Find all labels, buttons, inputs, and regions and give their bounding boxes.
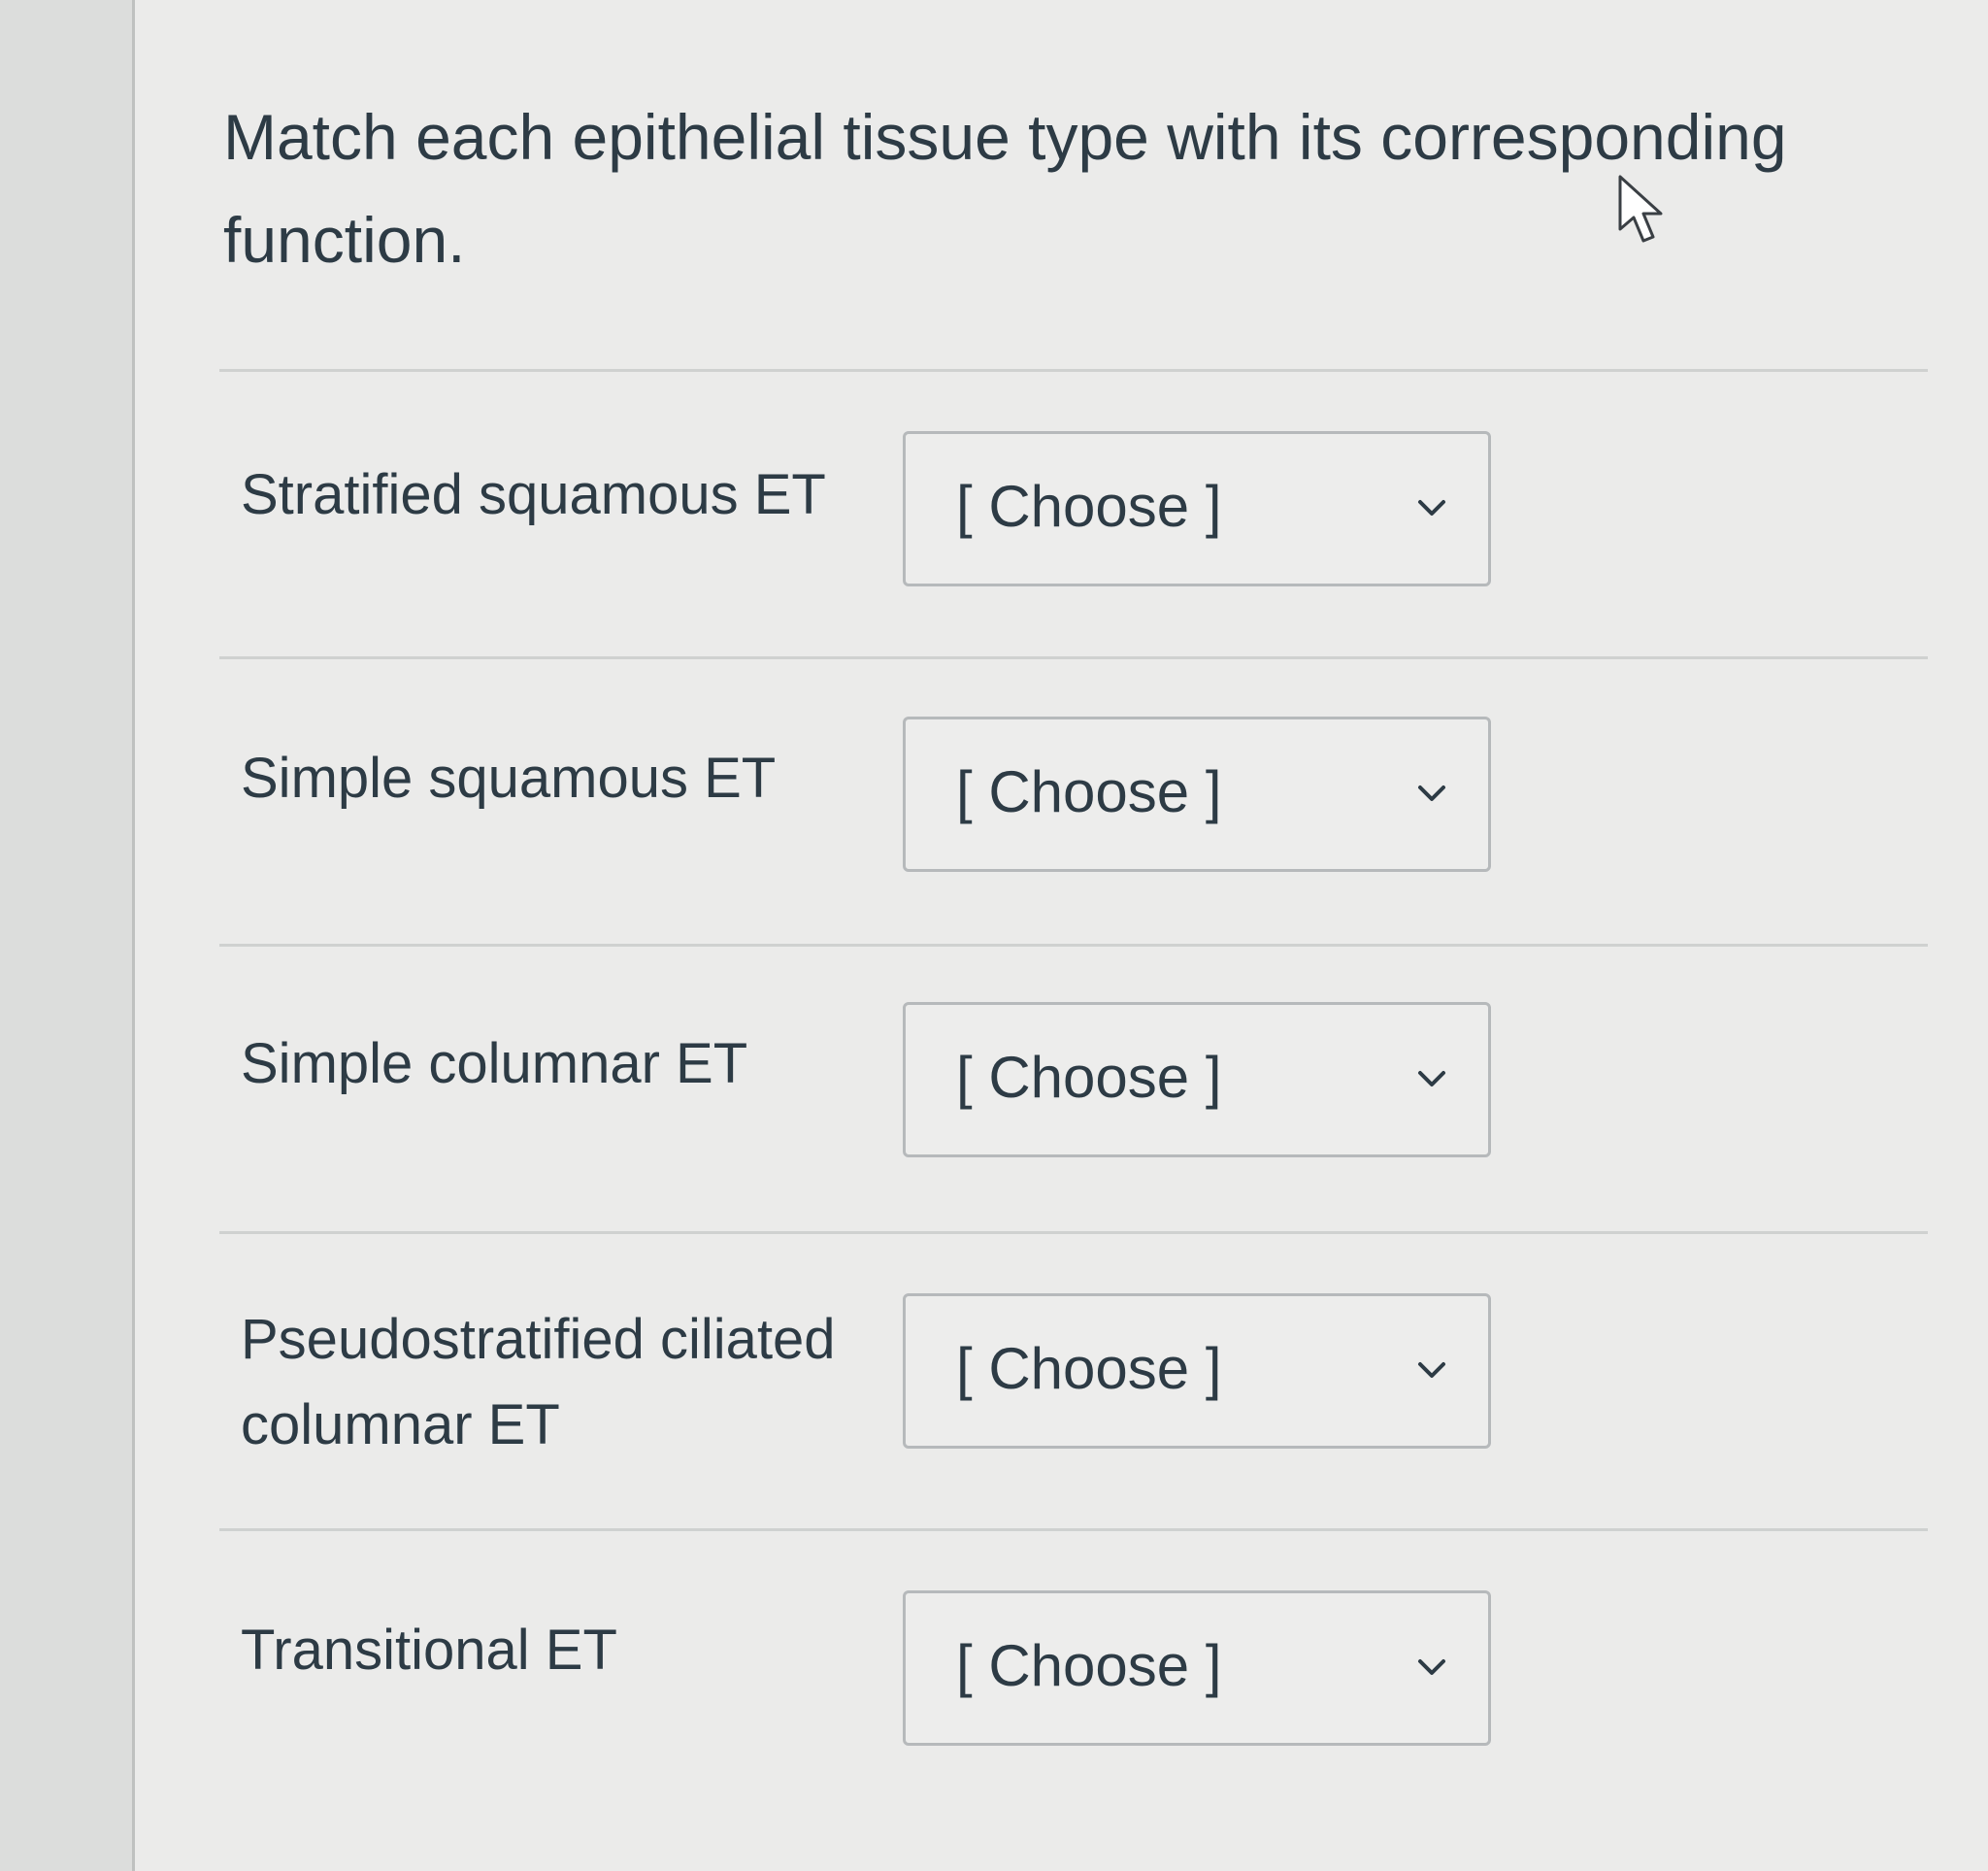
function-select-transitional[interactable]: [ Choose ]: [903, 1590, 1491, 1746]
tissue-label-pseudostratified-ciliated-columnar: Pseudostratified ciliated columnar ET: [241, 1308, 836, 1456]
select-value: [ Choose ]: [956, 1336, 1222, 1401]
function-select-simple-columnar[interactable]: [ Choose ]: [903, 1002, 1491, 1157]
mouse-pointer-icon: [1618, 175, 1663, 243]
chevron-down-icon: [1418, 785, 1445, 801]
row-divider: [219, 1528, 1928, 1531]
chevron-down-icon: [1418, 1659, 1445, 1675]
row-divider: [219, 369, 1928, 372]
select-value: [ Choose ]: [956, 474, 1222, 539]
function-select-stratified-squamous[interactable]: [ Choose ]: [903, 431, 1491, 586]
chevron-down-icon: [1418, 1071, 1445, 1086]
select-value: [ Choose ]: [956, 759, 1222, 824]
row-divider: [219, 944, 1928, 947]
tissue-label-simple-squamous: Simple squamous ET: [241, 747, 777, 810]
chevron-down-icon: [1418, 1362, 1445, 1378]
select-value: [ Choose ]: [956, 1045, 1222, 1110]
chevron-down-icon: [1418, 500, 1445, 516]
function-select-simple-squamous[interactable]: [ Choose ]: [903, 717, 1491, 872]
tissue-label-simple-columnar: Simple columnar ET: [241, 1032, 748, 1095]
function-select-pseudostratified-ciliated-columnar[interactable]: [ Choose ]: [903, 1293, 1491, 1449]
left-gutter: [0, 0, 135, 1871]
row-divider: [219, 656, 1928, 659]
row-divider: [219, 1231, 1928, 1234]
select-value: [ Choose ]: [956, 1633, 1222, 1698]
tissue-label-stratified-squamous: Stratified squamous ET: [241, 463, 826, 526]
tissue-label-transitional: Transitional ET: [241, 1619, 617, 1682]
